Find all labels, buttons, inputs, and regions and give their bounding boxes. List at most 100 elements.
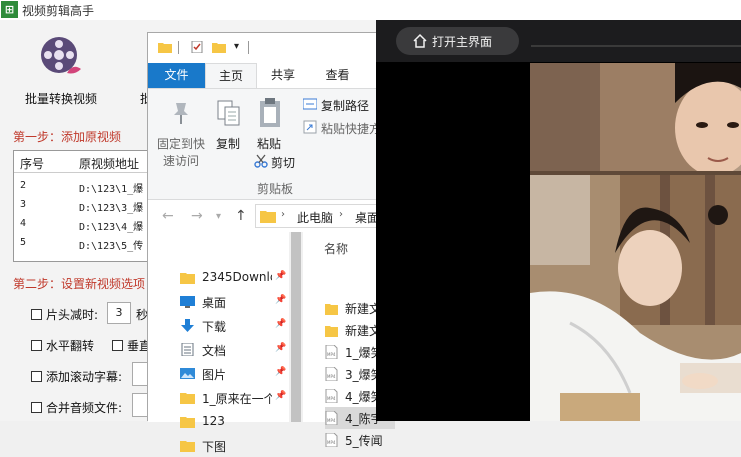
row-path: D:\123\5_传 bbox=[79, 241, 144, 252]
app-logo-icon: ⊞ bbox=[1, 1, 18, 18]
nav-item-label: 桌面 bbox=[202, 296, 227, 310]
back-arrow-icon[interactable]: ← bbox=[162, 208, 174, 224]
scroll-caption-option[interactable]: 添加滚动字幕: bbox=[31, 368, 122, 385]
hflip-checkbox[interactable] bbox=[31, 340, 42, 351]
nav-item-pictures[interactable]: 图片 📌 bbox=[180, 363, 303, 385]
scroll-caption-label: 添加滚动字幕: bbox=[46, 370, 123, 384]
navigation-bar: ← → ▾ ↑ › 此电脑 › 桌面 bbox=[148, 200, 395, 232]
ribbon-tabs: 文件 主页 共享 查看 bbox=[148, 63, 391, 88]
pictures-icon bbox=[180, 368, 195, 379]
nav-item-xiatu[interactable]: 下图 bbox=[180, 435, 303, 457]
folder-icon bbox=[260, 211, 276, 223]
vflip-option[interactable]: 垂直 bbox=[112, 337, 151, 354]
table-row[interactable]: 4 D:\123\4_爆 bbox=[14, 215, 152, 234]
tab-file[interactable]: 文件 bbox=[148, 63, 205, 88]
pinned-icon: 📌 bbox=[275, 319, 287, 329]
mp4-file-icon: MP4 bbox=[325, 433, 338, 447]
hflip-label: 水平翻转 bbox=[46, 339, 95, 353]
merge-audio-label: 合并音频文件: bbox=[46, 401, 123, 415]
up-arrow-icon[interactable]: ↑ bbox=[235, 208, 247, 224]
navigation-pane: 2345Downlc 📌 桌面 📌 下载 📌 文档 📌 图片 📌 1_原来在一个 📌 123 bbox=[148, 232, 303, 454]
trim-head-seconds-input[interactable]: 3 bbox=[107, 302, 131, 324]
table-row[interactable]: 5 D:\123\5_传 bbox=[14, 234, 152, 253]
copy-icon[interactable] bbox=[216, 99, 242, 127]
nav-item-folder-1[interactable]: 1_原来在一个 📌 bbox=[180, 387, 303, 409]
nav-pane-scrollbar[interactable] bbox=[289, 232, 303, 422]
pinned-icon: 📌 bbox=[275, 367, 287, 377]
new-folder-icon[interactable] bbox=[212, 41, 226, 53]
folder-icon bbox=[158, 43, 172, 53]
recent-dropdown-icon[interactable]: ▾ bbox=[216, 211, 221, 222]
copy-path-icon[interactable] bbox=[303, 98, 317, 110]
copy-button[interactable]: 复制 bbox=[216, 135, 240, 152]
breadcrumb-separator: › bbox=[339, 209, 343, 220]
paste-shortcut-button[interactable]: 粘贴快捷方 bbox=[321, 120, 381, 137]
qat-divider bbox=[248, 41, 249, 54]
svg-text:MP4: MP4 bbox=[327, 440, 336, 445]
step2-title: 第二步：设置新视频选项 bbox=[13, 277, 146, 291]
trim-head-checkbox[interactable] bbox=[31, 309, 42, 320]
nav-item-documents[interactable]: 文档 📌 bbox=[180, 339, 303, 361]
row-index: 3 bbox=[20, 199, 27, 210]
folder-icon bbox=[325, 326, 338, 337]
qat-dropdown-icon[interactable]: ▾ bbox=[234, 41, 239, 52]
column-header-name[interactable]: 名称 bbox=[324, 240, 348, 257]
tab-home[interactable]: 主页 bbox=[205, 63, 257, 88]
cut-icon[interactable] bbox=[254, 154, 268, 168]
open-main-window-button[interactable]: 打开主界面 bbox=[396, 27, 519, 55]
file-item[interactable]: MP4 5_传闻 bbox=[325, 429, 395, 451]
nav-item-2345download[interactable]: 2345Downlc 📌 bbox=[180, 267, 303, 289]
document-icon bbox=[181, 343, 194, 356]
forward-arrow-icon[interactable]: → bbox=[191, 208, 203, 224]
column-source-path: 原视频地址 bbox=[79, 157, 140, 171]
nav-item-123[interactable]: 123 bbox=[180, 411, 303, 433]
row-path: D:\123\3_爆 bbox=[79, 203, 144, 214]
paste-button[interactable]: 粘贴 bbox=[257, 135, 281, 152]
properties-icon[interactable] bbox=[190, 41, 204, 53]
scroll-caption-checkbox[interactable] bbox=[31, 371, 42, 382]
scrollbar-thumb[interactable] bbox=[291, 232, 301, 422]
film-reel-icon[interactable] bbox=[37, 33, 87, 83]
player-top-divider bbox=[531, 45, 741, 47]
nav-item-label: 2345Downlc bbox=[202, 270, 272, 284]
step1-title: 第一步：添加原视频 bbox=[13, 130, 122, 144]
paste-icon[interactable] bbox=[257, 97, 283, 129]
table-row[interactable]: 2 D:\123\1_爆 bbox=[14, 177, 152, 196]
svg-text:MP4: MP4 bbox=[327, 374, 336, 379]
table-row[interactable]: 3 D:\123\3_爆 bbox=[14, 196, 152, 215]
pin-quick-access-line1[interactable]: 固定到快 bbox=[157, 135, 205, 152]
qat-divider bbox=[178, 41, 179, 54]
pin-icon[interactable] bbox=[170, 101, 192, 125]
merge-audio-checkbox[interactable] bbox=[31, 402, 42, 413]
nav-item-label: 图片 bbox=[202, 368, 227, 382]
merge-audio-input[interactable] bbox=[132, 393, 148, 417]
row-path: D:\123\4_爆 bbox=[79, 222, 144, 233]
home-icon bbox=[413, 33, 427, 48]
svg-text:MP4: MP4 bbox=[327, 396, 336, 401]
video-still-image bbox=[530, 63, 741, 421]
player-top-bar: 打开主界面 bbox=[376, 20, 741, 62]
cut-button[interactable]: 剪切 bbox=[271, 154, 295, 171]
address-bar[interactable]: › 此电脑 › 桌面 bbox=[255, 204, 395, 228]
hflip-option[interactable]: 水平翻转 bbox=[31, 337, 94, 354]
merge-audio-option[interactable]: 合并音频文件: bbox=[31, 399, 122, 416]
row-index: 4 bbox=[20, 218, 27, 229]
tab-view[interactable]: 查看 bbox=[310, 63, 365, 88]
pin-quick-access-line2[interactable]: 速访问 bbox=[163, 152, 199, 169]
copy-path-button[interactable]: 复制路径 bbox=[321, 97, 369, 114]
vflip-checkbox[interactable] bbox=[112, 340, 123, 351]
batch-convert-button[interactable]: 批量转换视频 bbox=[25, 90, 97, 107]
nav-item-downloads[interactable]: 下载 📌 bbox=[180, 315, 303, 337]
tab-share[interactable]: 共享 bbox=[260, 63, 306, 88]
desktop-icon bbox=[180, 296, 195, 308]
video-file-table[interactable]: 序号 原视频地址 2 D:\123\1_爆 3 D:\123\3_爆 4 D:\… bbox=[13, 150, 153, 262]
folder-icon bbox=[180, 393, 195, 404]
video-frame[interactable] bbox=[530, 63, 741, 421]
mp4-file-icon: MP4 bbox=[325, 367, 338, 381]
breadcrumb-this-pc[interactable]: 此电脑 bbox=[297, 209, 333, 226]
nav-item-label: 下载 bbox=[202, 320, 227, 334]
paste-shortcut-icon[interactable] bbox=[303, 120, 317, 134]
nav-item-desktop[interactable]: 桌面 📌 bbox=[180, 291, 303, 313]
trim-head-option[interactable]: 片头减时: bbox=[31, 306, 98, 323]
scroll-caption-input[interactable] bbox=[132, 362, 148, 386]
